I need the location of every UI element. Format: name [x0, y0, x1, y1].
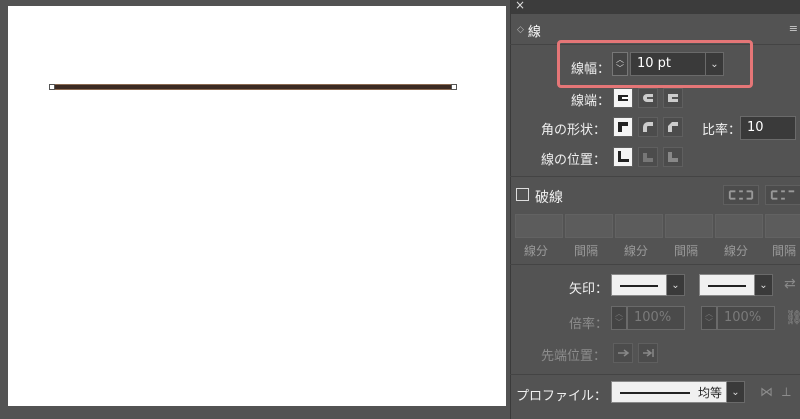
gap-field-1[interactable]: [565, 214, 613, 238]
gap-field-2[interactable]: [665, 214, 713, 238]
panel-menu-icon[interactable]: ≡: [789, 22, 798, 35]
chevron-down-icon: ⌄: [759, 279, 768, 291]
dashed-line-label: 破線: [535, 190, 563, 206]
end-arrowhead-select[interactable]: [699, 274, 755, 296]
dash-field-label: 線分: [624, 244, 649, 258]
end-arrowhead-dropdown[interactable]: ⌄: [755, 274, 773, 296]
gap-field-label: 間隔: [772, 244, 797, 258]
chevron-down-icon: ⌄: [731, 386, 740, 398]
canvas-area[interactable]: [0, 0, 510, 419]
align-outside-button[interactable]: [663, 147, 683, 167]
align-stroke-label: 線の位置：: [541, 153, 607, 168]
miter-join-icon: [618, 122, 628, 132]
panel-title-bar: ×: [511, 0, 800, 14]
divider: [510, 374, 800, 375]
path-anchor-left[interactable]: [49, 84, 55, 90]
align-center-button[interactable]: [613, 147, 633, 167]
arrow-scale-label: 倍率：: [569, 317, 609, 332]
profile-select[interactable]: 均等: [611, 381, 727, 403]
link-scale-icon[interactable]: ⛓: [785, 310, 800, 326]
dash-align-icon: [770, 190, 795, 200]
start-arrowhead-dropdown[interactable]: ⌄: [667, 274, 685, 296]
align-center-icon: [618, 151, 629, 162]
arrow-align-label: 先端位置：: [541, 349, 607, 364]
gap-field-label: 間隔: [674, 244, 699, 258]
tab-stroke-label: 線: [527, 24, 541, 40]
round-cap-button[interactable]: [638, 88, 658, 108]
round-join-icon: [643, 122, 653, 132]
divider: [510, 176, 800, 177]
dash-preserve-button[interactable]: [723, 185, 759, 205]
end-scale-stepper[interactable]: ︿ ﹀: [701, 306, 717, 330]
chevron-down-icon: ⌄: [671, 279, 680, 291]
dash-field-2[interactable]: [615, 214, 663, 238]
selected-stroke-path[interactable]: [52, 84, 454, 90]
arrow-place-icon: [643, 349, 654, 357]
projecting-cap-button[interactable]: [663, 88, 683, 108]
flip-along-icon[interactable]: ⋈: [760, 385, 773, 400]
cap-label: 線端：: [571, 94, 611, 109]
round-cap-icon: [643, 94, 653, 102]
dash-field-label: 線分: [524, 244, 549, 258]
divider: [510, 264, 800, 265]
start-arrowhead-select[interactable]: [611, 274, 667, 296]
miter-join-button[interactable]: [613, 117, 633, 137]
miter-limit-input[interactable]: 10: [740, 116, 796, 140]
end-scale-input[interactable]: 100%: [717, 306, 775, 330]
round-join-button[interactable]: [638, 117, 658, 137]
bevel-join-button[interactable]: [663, 117, 683, 137]
dash-field-1[interactable]: [515, 214, 563, 238]
tab-stroke[interactable]: ◇ 線: [511, 16, 563, 44]
arrow-place-button[interactable]: [638, 343, 658, 363]
swap-arrows-icon[interactable]: ⇄: [784, 276, 796, 292]
collapse-diamond-icon[interactable]: ◇: [517, 25, 524, 35]
arrowheads-label: 矢印：: [569, 282, 609, 297]
chevron-up-icon: ︿: [705, 309, 713, 318]
gap-field-label: 間隔: [574, 244, 599, 258]
profile-label: プロファイル：: [516, 389, 608, 404]
butt-cap-button[interactable]: [613, 88, 633, 108]
dash-field-label: 線分: [724, 244, 749, 258]
highlight-box: [557, 40, 753, 88]
profile-value: 均等: [697, 386, 722, 400]
dash-field-3[interactable]: [715, 214, 763, 238]
start-scale-stepper[interactable]: ︿ ﹀: [611, 306, 627, 330]
miter-limit-label: 比率：: [702, 123, 742, 138]
close-icon[interactable]: ×: [515, 0, 525, 12]
arrow-extend-icon: [618, 349, 630, 357]
artboard[interactable]: [8, 6, 506, 406]
chevron-up-icon: ︿: [615, 309, 623, 318]
bevel-join-icon: [668, 122, 678, 132]
flip-across-icon[interactable]: ⟂: [782, 385, 791, 400]
align-inside-icon: [643, 153, 653, 162]
butt-cap-icon: [618, 95, 628, 101]
start-scale-input[interactable]: 100%: [627, 306, 685, 330]
corner-label: 角の形状：: [541, 123, 607, 138]
chevron-down-icon: ﹀: [705, 318, 713, 327]
align-outside-icon: [668, 152, 678, 162]
gap-field-3[interactable]: [765, 214, 800, 238]
arrow-extend-button[interactable]: [613, 343, 633, 363]
profile-dropdown[interactable]: ⌄: [727, 381, 745, 403]
projecting-cap-icon: [668, 94, 678, 102]
chevron-down-icon: ﹀: [615, 318, 623, 327]
path-anchor-right[interactable]: [451, 84, 457, 90]
align-inside-button[interactable]: [638, 147, 658, 167]
dash-align-button[interactable]: [765, 185, 800, 205]
dash-preserve-icon: [728, 190, 754, 200]
dashed-line-checkbox[interactable]: [516, 188, 529, 201]
